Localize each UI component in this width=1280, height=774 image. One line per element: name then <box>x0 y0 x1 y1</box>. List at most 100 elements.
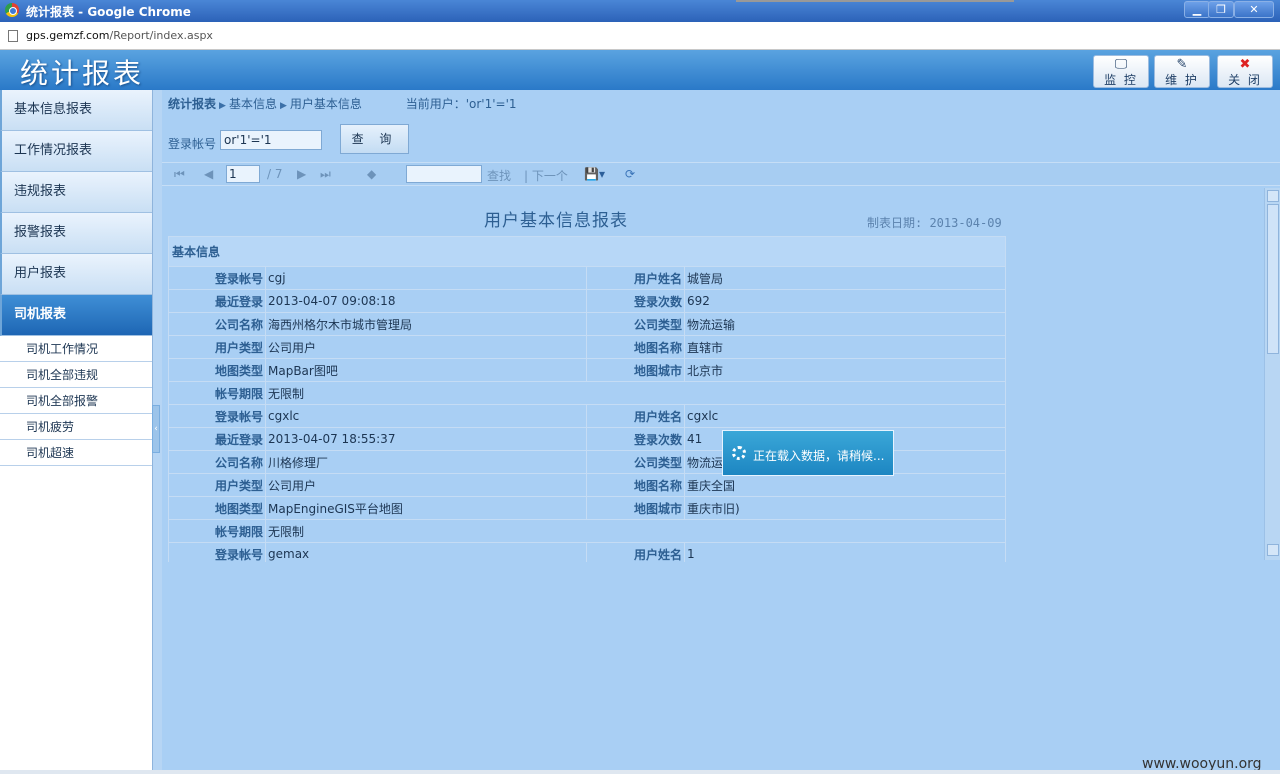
sub-item-driver-alarms[interactable]: 司机全部报警 <box>0 388 152 414</box>
browser-title-bar: 统计报表 - Google Chrome ▁ ❐ ✕ <box>0 0 1280 22</box>
query-button[interactable]: 查 询 <box>340 124 409 154</box>
sidebar-item-basic-info[interactable]: 基本信息报表 <box>0 90 152 131</box>
field-value: gemax <box>265 542 587 562</box>
field-value: 2013-04-07 09:08:18 <box>265 289 587 313</box>
first-page-icon[interactable]: ⏮ <box>174 167 185 182</box>
field-value: 直辖市 <box>684 335 1006 359</box>
address-bar[interactable]: gps.gemzf.com/Report/index.aspx <box>0 22 1280 50</box>
report-date: 制表日期: 2013-04-09 <box>867 216 1002 230</box>
section-row: 基本信息 <box>168 236 1006 267</box>
url-domain: gps.gemzf.com <box>26 29 110 42</box>
chrome-icon <box>5 3 19 17</box>
export-save-icon[interactable]: 💾▾ <box>584 167 605 181</box>
driver-sub-menu: 司机工作情况 司机全部违规 司机全部报警 司机疲劳 司机超速 <box>0 336 152 466</box>
breadcrumb-level2: 用户基本信息 <box>289 97 362 111</box>
field-label: 地图名称 <box>586 335 685 359</box>
field-label: 地图城市 <box>586 496 685 520</box>
find-input[interactable] <box>406 165 482 183</box>
field-label: 登录帐号 <box>168 404 266 428</box>
field-value: 重庆市旧) <box>684 496 1006 520</box>
table-row: 地图类型 MapBar图吧 地图城市 北京市 <box>168 358 1006 382</box>
main-content: 统计报表▶基本信息▶用户基本信息 当前用户：'or'1'='1 登录帐号 查 询… <box>162 90 1280 770</box>
sidebar-item-drivers[interactable]: 司机报表 <box>0 295 152 336</box>
table-row: 登录帐号 gemax 用户姓名 1 <box>168 542 1006 562</box>
prev-page-icon[interactable]: ◀ <box>204 167 213 181</box>
table-row: 登录帐号 cgxlc 用户姓名 cgxlc <box>168 404 1006 428</box>
breadcrumb-root[interactable]: 统计报表 <box>168 97 216 111</box>
window-close-button[interactable]: ✕ <box>1234 1 1274 18</box>
table-row: 用户类型 公司用户 地图名称 直辖市 <box>168 335 1006 359</box>
field-label: 公司类型 <box>586 312 685 336</box>
sidebar-collapse-handle[interactable]: ‹ <box>152 405 160 453</box>
sidebar-item-work-status[interactable]: 工作情况报表 <box>0 131 152 172</box>
scroll-thumb[interactable] <box>1267 204 1279 354</box>
field-label: 帐号期限 <box>168 519 266 543</box>
field-value: MapEngineGIS平台地图 <box>265 496 587 520</box>
minimize-button[interactable]: ▁ <box>1184 1 1210 18</box>
field-label: 用户类型 <box>168 335 266 359</box>
next-page-icon[interactable]: ▶ <box>297 167 306 181</box>
sidebar-item-users[interactable]: 用户报表 <box>0 254 152 295</box>
field-value: 北京市 <box>684 358 1006 382</box>
section-title: 基本信息 <box>168 236 1006 267</box>
page-number-input[interactable] <box>226 165 260 183</box>
sidebar-item-violations[interactable]: 违规报表 <box>0 172 152 213</box>
close-icon: ✖ <box>1239 57 1251 72</box>
url-text[interactable]: gps.gemzf.com/Report/index.aspx <box>26 29 213 42</box>
breadcrumb-level1[interactable]: 基本信息 <box>229 97 277 111</box>
close-app-button[interactable]: ✖ 关 闭 <box>1217 55 1273 88</box>
field-label: 地图城市 <box>586 358 685 382</box>
sidebar-item-alarms[interactable]: 报警报表 <box>0 213 152 254</box>
login-account-input[interactable] <box>220 130 322 150</box>
report-scrollbar[interactable] <box>1264 188 1280 560</box>
table-row: 帐号期限 无限制 <box>168 381 1006 405</box>
maximize-button[interactable]: ❐ <box>1208 1 1234 18</box>
field-value: 无限制 <box>265 381 1006 405</box>
field-label: 公司名称 <box>168 312 266 336</box>
field-label: 登录次数 <box>586 427 685 451</box>
report-table: 基本信息 登录帐号 cgj 用户姓名 城管局 最近登录 2013-04-07 09:08… <box>168 236 1006 562</box>
loading-overlay: 正在载入数据，请稍候... <box>722 430 894 476</box>
sub-item-driver-work[interactable]: 司机工作情况 <box>0 336 152 362</box>
last-page-icon[interactable]: ⏭ <box>320 167 331 182</box>
loading-message: 正在载入数据，请稍候... <box>753 449 885 463</box>
field-value: 公司用户 <box>265 473 587 497</box>
table-row: 公司名称 海西州格尔木市城市管理局 公司类型 物流运输 <box>168 312 1006 336</box>
field-value: 海西州格尔木市城市管理局 <box>265 312 587 336</box>
field-value: cgxlc <box>265 404 587 428</box>
sub-item-driver-fatigue[interactable]: 司机疲劳 <box>0 414 152 440</box>
close-app-button-label: 关 闭 <box>1228 73 1262 87</box>
page-icon <box>8 30 18 42</box>
refresh-icon[interactable]: ⟳ <box>625 167 635 181</box>
tab-strip-edge <box>736 0 1014 2</box>
find-link[interactable]: 查找 <box>487 167 511 184</box>
scroll-down-icon[interactable] <box>1267 544 1279 556</box>
monitor-button[interactable]: 🖵 监 控 <box>1093 55 1149 88</box>
app-title: 统计报表 <box>20 57 145 90</box>
find-next-link[interactable]: | 下一个 <box>524 167 568 184</box>
report-title: 用户基本信息报表 <box>484 211 628 231</box>
sidebar-menu: 基本信息报表 工作情况报表 违规报表 报警报表 用户报表 司机报表 <box>0 90 152 336</box>
field-label: 用户姓名 <box>586 404 685 428</box>
sub-item-driver-speeding[interactable]: 司机超速 <box>0 440 152 466</box>
field-label: 用户类型 <box>168 473 266 497</box>
breadcrumb-separator-icon: ▶ <box>219 101 226 111</box>
field-value: cgj <box>265 266 587 290</box>
field-value: 2013-04-07 18:55:37 <box>265 427 587 451</box>
scroll-up-icon[interactable] <box>1267 190 1279 202</box>
breadcrumb-separator-icon: ▶ <box>279 101 287 111</box>
report-viewer: 用户基本信息报表 制表日期: 2013-04-09 基本信息 登录帐号 cgj 用户… <box>162 188 1280 562</box>
maintain-button[interactable]: ✎ 维 护 <box>1154 55 1210 88</box>
field-value: cgxlc <box>684 404 1006 428</box>
table-row: 登录帐号 cgj 用户姓名 城管局 <box>168 266 1006 290</box>
field-value: 1 <box>684 542 1006 562</box>
window-title: 统计报表 - Google Chrome <box>26 5 191 19</box>
sub-item-driver-violations[interactable]: 司机全部违规 <box>0 362 152 388</box>
field-label: 帐号期限 <box>168 381 266 405</box>
field-value: MapBar图吧 <box>265 358 587 382</box>
back-icon[interactable]: ◆ <box>367 167 376 181</box>
wrench-icon: ✎ <box>1176 57 1188 72</box>
report-toolbar: ⏮ ◀ / 7 ▶ ⏭ ◆ 查找 | 下一个 💾▾ ⟳ <box>162 162 1280 186</box>
field-label: 公司类型 <box>586 450 685 474</box>
monitor-icon: 🖵 <box>1114 57 1128 72</box>
